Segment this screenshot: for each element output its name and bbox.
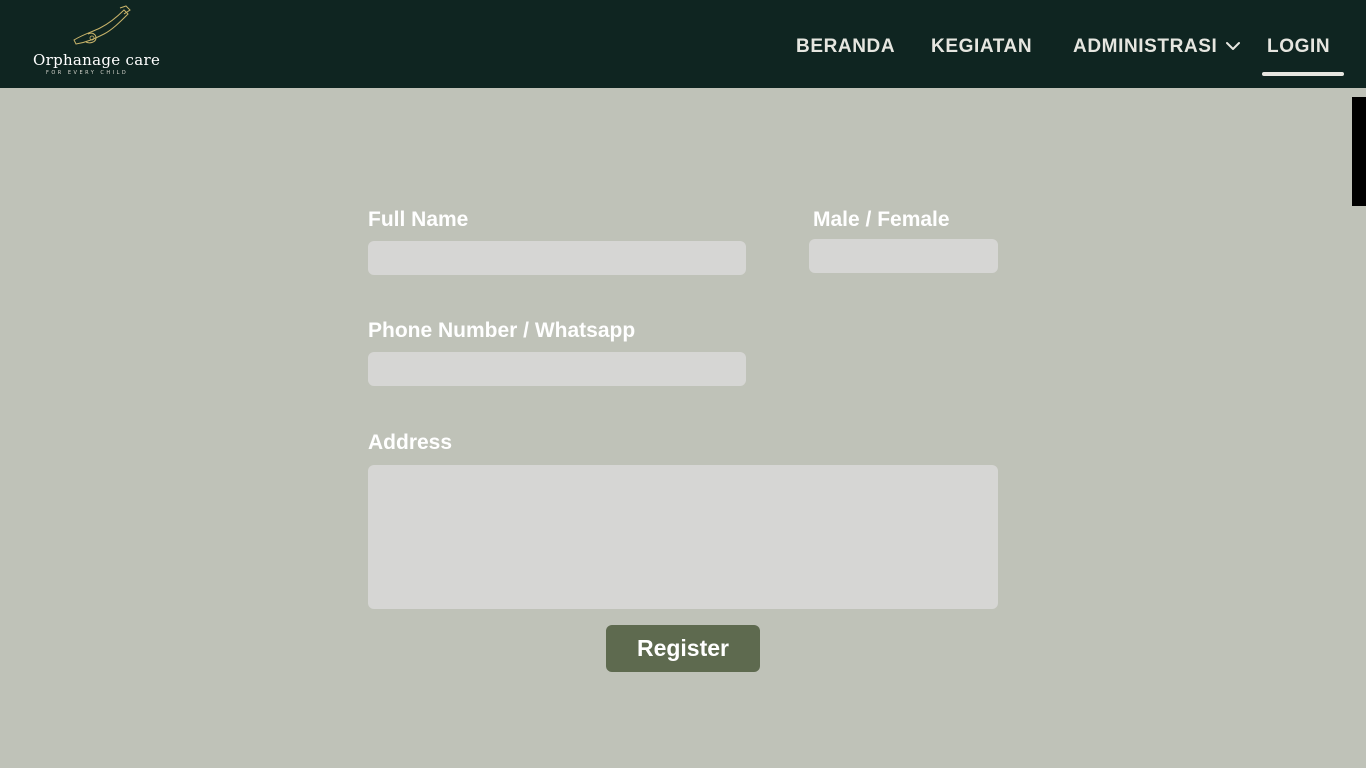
nav-beranda[interactable]: BERANDA	[796, 36, 895, 60]
main-nav: BERANDA KEGIATAN ADMINISTRASI LOGIN	[0, 0, 1366, 88]
nav-administrasi[interactable]: ADMINISTRASI	[1073, 36, 1217, 60]
chevron-down-icon[interactable]	[1226, 41, 1240, 51]
address-label: Address	[368, 431, 453, 454]
scrollbar-thumb[interactable]	[1352, 97, 1366, 206]
nav-kegiatan[interactable]: KEGIATAN	[931, 36, 1032, 60]
address-textarea[interactable]	[368, 465, 998, 609]
full-name-label: Full Name	[368, 208, 469, 231]
gender-label: Male / Female	[813, 208, 950, 231]
active-nav-indicator	[1262, 72, 1344, 76]
top-navbar: Orphanage care FOR EVERY CHILD BERANDA K…	[0, 0, 1366, 88]
phone-input[interactable]	[368, 352, 746, 386]
nav-login[interactable]: LOGIN	[1267, 36, 1330, 60]
full-name-input[interactable]	[368, 241, 746, 275]
register-button[interactable]: Register	[606, 625, 760, 672]
phone-label: Phone Number / Whatsapp	[368, 319, 636, 342]
gender-input[interactable]	[809, 239, 998, 273]
